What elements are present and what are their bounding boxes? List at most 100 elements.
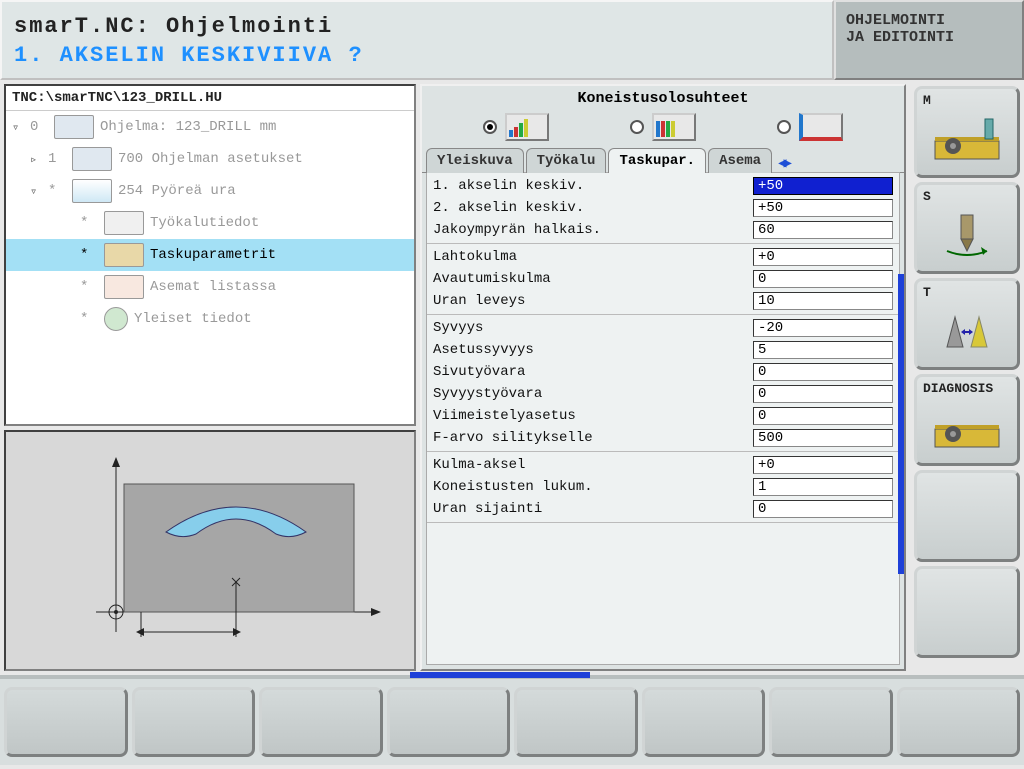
tool-swap-icon [927, 305, 1007, 355]
side-button-m[interactable]: M [914, 86, 1020, 178]
diagnosis-icon [927, 401, 1007, 451]
field-input-0-0[interactable] [753, 177, 893, 195]
tree-index: * [80, 247, 98, 263]
expand-icon: ▿ [12, 120, 24, 135]
tree-settings-icon [72, 147, 112, 171]
softkey-7[interactable] [769, 687, 893, 757]
mill-block-icon [927, 113, 1007, 163]
side-label-s: S [923, 189, 931, 204]
radio-icon [630, 120, 644, 134]
side-label-m: M [923, 93, 931, 108]
l-shape-icon [799, 113, 843, 141]
program-tree[interactable]: TNC:\smarTNC\123_DRILL.HU ▿ 0 Ohjelma: 123… [4, 84, 416, 426]
tab-pocket-params[interactable]: Taskupar. [608, 148, 706, 173]
field-input-0-2[interactable] [753, 221, 893, 239]
vertical-scroll-indicator[interactable] [898, 274, 904, 574]
mode-display: OHJELMOINTI JA EDITOINTI [834, 0, 1024, 80]
stepped-bars-icon [505, 113, 549, 141]
field-input-3-0[interactable] [753, 456, 893, 474]
tree-label: Asemat listassa [150, 279, 276, 295]
tree-pos-icon [104, 275, 144, 299]
field-label: Syvyystyövara [433, 386, 753, 402]
softkey-8[interactable] [897, 687, 1021, 757]
app-title: smarT.NC: Ohjelmointi [14, 14, 820, 39]
spindle-tool-icon [927, 209, 1007, 259]
tree-index: * [80, 279, 98, 295]
field-input-1-0[interactable] [753, 248, 893, 266]
mode-line1: OHJELMOINTI [846, 12, 1012, 29]
side-button-diagnosis[interactable]: DIAGNOSIS [914, 374, 1020, 466]
expand-icon: ▿ [30, 184, 42, 199]
tree-index: * [80, 215, 98, 231]
field-input-3-1[interactable] [753, 478, 893, 496]
tree-index: 1 [48, 151, 66, 167]
softkey-4[interactable] [387, 687, 511, 757]
slot-preview-icon [16, 442, 406, 662]
side-label-t: T [923, 285, 931, 300]
field-input-2-0[interactable] [753, 319, 893, 337]
field-label: Asetussyvyys [433, 342, 753, 358]
field-input-2-1[interactable] [753, 341, 893, 359]
field-label: F-arvo silitykselle [433, 430, 753, 446]
tree-item-1[interactable]: ▹1700 Ohjelman asetukset [6, 143, 414, 175]
tree-item-2[interactable]: ▿*254 Pyöreä ura [6, 175, 414, 207]
program-path: TNC:\smarTNC\123_DRILL.HU [6, 86, 414, 111]
softkey-2[interactable] [132, 687, 256, 757]
field-label: Syvyys [433, 320, 753, 336]
side-button-empty-2[interactable] [914, 566, 1020, 658]
tab-scroll-arrows-icon[interactable]: ◀▶ [774, 155, 793, 172]
mode-line2: JA EDITOINTI [846, 29, 1012, 46]
tree-label: Taskuparametrit [150, 247, 276, 263]
field-input-3-2[interactable] [753, 500, 893, 518]
field-input-2-4[interactable] [753, 407, 893, 425]
field-label: Jakoympyrän halkais. [433, 222, 753, 238]
field-input-2-5[interactable] [753, 429, 893, 447]
field-input-1-2[interactable] [753, 292, 893, 310]
field-label: Avautumiskulma [433, 271, 753, 287]
tree-param-icon [104, 243, 144, 267]
tree-item-3[interactable]: * Työkalutiedot [6, 207, 414, 239]
tree-item-4[interactable]: * Taskuparametrit [6, 239, 414, 271]
tab-tool[interactable]: Työkalu [526, 148, 607, 173]
field-label: Viimeistelyasetus [433, 408, 753, 424]
preview-graphic [4, 430, 416, 671]
tree-label: Työkalutiedot [150, 215, 259, 231]
softkey-3[interactable] [259, 687, 383, 757]
field-input-0-1[interactable] [753, 199, 893, 217]
tree-index: 0 [30, 119, 48, 135]
tab-bar: Yleiskuva Työkalu Taskupar. Asema ◀▶ [422, 147, 904, 173]
tree-label: 254 Pyöreä ura [118, 183, 236, 199]
tab-position[interactable]: Asema [708, 148, 772, 173]
side-button-t[interactable]: T [914, 278, 1020, 370]
field-label: 2. akselin keskiv. [433, 200, 753, 216]
tree-index: * [80, 311, 98, 327]
tree-globe-icon [104, 307, 128, 331]
machining-mode-1[interactable] [483, 113, 549, 141]
side-button-s[interactable]: S [914, 182, 1020, 274]
tab-overview[interactable]: Yleiskuva [426, 148, 524, 173]
radio-selected-icon [483, 120, 497, 134]
tree-prog-icon [54, 115, 94, 139]
field-input-1-1[interactable] [753, 270, 893, 288]
axis-prompt: 1. AKSELIN KESKIVIIVA ? [14, 43, 820, 68]
tree-item-0[interactable]: ▿ 0 Ohjelma: 123_DRILL mm [6, 111, 414, 143]
machining-mode-3[interactable] [777, 113, 843, 141]
machining-mode-2[interactable] [630, 113, 696, 141]
field-label: Sivutyövara [433, 364, 753, 380]
tree-item-5[interactable]: * Asemat listassa [6, 271, 414, 303]
radio-icon [777, 120, 791, 134]
softkey-bar [0, 675, 1024, 765]
side-label-diagnosis: DIAGNOSIS [923, 381, 993, 396]
field-input-2-2[interactable] [753, 363, 893, 381]
softkey-5[interactable] [514, 687, 638, 757]
field-input-2-3[interactable] [753, 385, 893, 403]
flat-bars-icon [652, 113, 696, 141]
field-label: Koneistusten lukum. [433, 479, 753, 495]
field-label: Lahtokulma [433, 249, 753, 265]
side-button-empty-1[interactable] [914, 470, 1020, 562]
tree-label: Ohjelma: 123_DRILL mm [100, 119, 276, 135]
tree-label: 700 Ohjelman asetukset [118, 151, 303, 167]
softkey-6[interactable] [642, 687, 766, 757]
softkey-1[interactable] [4, 687, 128, 757]
tree-item-6[interactable]: *Yleiset tiedot [6, 303, 414, 335]
